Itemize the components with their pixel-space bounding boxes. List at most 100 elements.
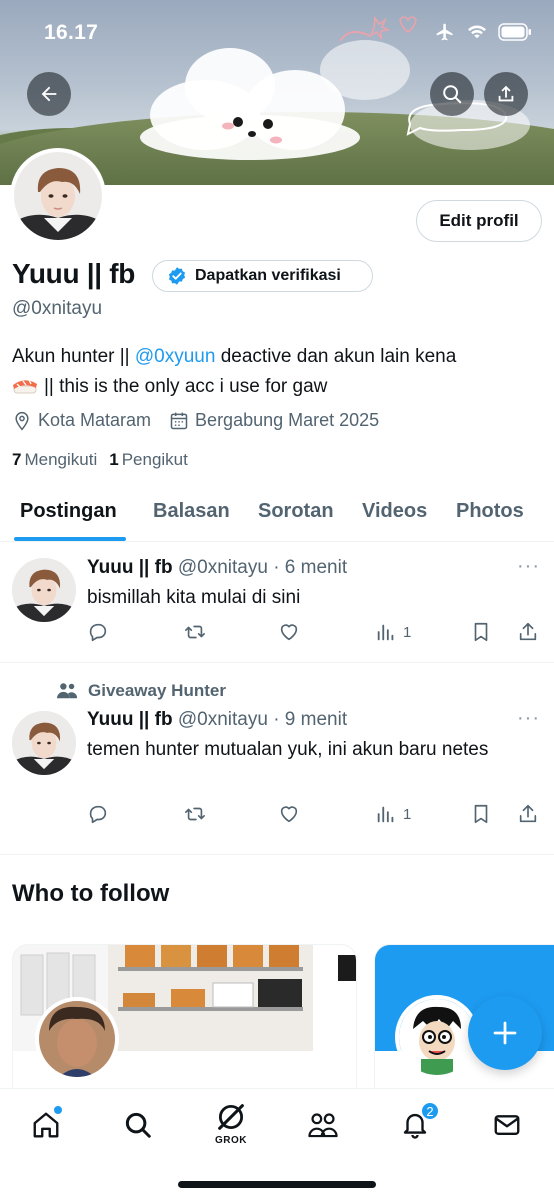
post-avatar[interactable] bbox=[12, 558, 76, 622]
post-handle-time: @0xnitayu · 9 menit bbox=[177, 709, 348, 730]
nav-home[interactable] bbox=[26, 1105, 66, 1145]
profile-avatar[interactable] bbox=[10, 148, 106, 244]
post-author-name[interactable]: Yuuu || fb bbox=[87, 709, 173, 730]
post-text: bismillah kita mulai di sini bbox=[87, 587, 301, 608]
suggested-user-avatar[interactable] bbox=[395, 995, 479, 1079]
bookmark-button[interactable] bbox=[470, 803, 492, 825]
calendar-icon bbox=[170, 412, 188, 429]
profile-name: Yuuu || fb bbox=[12, 258, 136, 289]
share-icon bbox=[519, 804, 537, 823]
get-verified-button[interactable]: Dapatkan verifikasi bbox=[152, 260, 373, 292]
cloud-face-icon bbox=[222, 117, 282, 144]
share-icon bbox=[519, 622, 537, 641]
status-bar: 16.17 bbox=[0, 0, 554, 66]
get-verified-label: Dapatkan verifikasi bbox=[195, 267, 341, 284]
post-item[interactable]: Giveaway Hunter Yuuu || fb @0xnitayu · 9… bbox=[0, 663, 554, 855]
followers-count: 1 bbox=[109, 450, 119, 469]
tab-replies[interactable]: Balasan bbox=[153, 500, 230, 523]
profile-tabs: Postingan Balasan Sorotan Videos Photos bbox=[0, 488, 554, 542]
post-actions: 1 bbox=[87, 803, 542, 829]
nav-communities[interactable] bbox=[303, 1105, 343, 1145]
share-post-button[interactable] bbox=[517, 803, 539, 825]
avatar-image bbox=[12, 711, 76, 775]
plus-icon bbox=[493, 1021, 517, 1045]
reply-icon bbox=[89, 805, 107, 824]
follow-stats: 7 Mengikuti 1 Pengikut bbox=[12, 450, 200, 470]
tab-photos[interactable]: Photos bbox=[456, 500, 524, 523]
views-button[interactable]: 1 bbox=[375, 621, 411, 643]
views-chart-icon bbox=[377, 624, 394, 641]
sushi-emoji-icon bbox=[13, 379, 37, 394]
views-button[interactable]: 1 bbox=[375, 803, 411, 825]
more-options-icon[interactable]: ··· bbox=[517, 707, 540, 730]
profile-location: Kota Mataram bbox=[12, 410, 151, 431]
post-community-context[interactable]: Giveaway Hunter bbox=[56, 681, 226, 701]
tab-posts[interactable]: Postingan bbox=[20, 500, 117, 523]
nav-notifications[interactable]: 2 bbox=[395, 1101, 440, 1145]
following-count: 7 bbox=[12, 450, 22, 469]
search-button[interactable] bbox=[430, 72, 474, 116]
nav-explore[interactable] bbox=[118, 1105, 158, 1145]
arrow-left-icon bbox=[41, 86, 57, 102]
status-icons bbox=[434, 22, 532, 42]
share-icon bbox=[498, 85, 514, 102]
suggested-user-avatar[interactable] bbox=[35, 997, 119, 1081]
search-icon bbox=[443, 85, 462, 104]
profile-handle: @0xnitayu bbox=[12, 298, 103, 319]
wifi-icon bbox=[468, 25, 486, 39]
community-icon bbox=[57, 683, 78, 699]
post-header: Yuuu || fb @0xnitayu · 9 menit bbox=[87, 709, 347, 731]
repost-button[interactable] bbox=[183, 803, 207, 825]
bio-text: deactive dan akun lain kena bbox=[215, 346, 457, 367]
bookmark-button[interactable] bbox=[470, 621, 492, 643]
share-profile-button[interactable] bbox=[484, 72, 528, 116]
edit-profile-button[interactable]: Edit profil bbox=[416, 200, 542, 242]
avatar-image bbox=[39, 1001, 115, 1077]
views-chart-icon bbox=[377, 806, 394, 823]
share-post-button[interactable] bbox=[517, 621, 539, 643]
tab-highlights[interactable]: Sorotan bbox=[258, 500, 334, 523]
heart-icon bbox=[280, 624, 298, 641]
follow-suggestion-card[interactable] bbox=[12, 944, 357, 1104]
bio-mention-link[interactable]: @0xyuun bbox=[135, 346, 216, 367]
post-item[interactable]: Yuuu || fb @0xnitayu · 6 menit ··· bismi… bbox=[0, 543, 554, 663]
nav-grok[interactable] bbox=[211, 1097, 251, 1137]
post-actions: 1 bbox=[87, 621, 542, 647]
profile-joined-date: Bergabung Maret 2025 bbox=[169, 410, 379, 431]
like-button[interactable] bbox=[278, 621, 300, 643]
following-link[interactable]: 7 Mengikuti bbox=[12, 450, 97, 470]
repost-icon bbox=[185, 807, 205, 821]
back-button[interactable] bbox=[27, 72, 71, 116]
airplane-icon bbox=[436, 23, 453, 41]
search-icon bbox=[125, 1112, 151, 1138]
more-options-icon[interactable]: ··· bbox=[517, 555, 540, 578]
tab-videos[interactable]: Videos bbox=[362, 500, 427, 523]
post-avatar[interactable] bbox=[12, 711, 76, 775]
grok-label: GROK bbox=[215, 1135, 247, 1146]
post-author-name[interactable]: Yuuu || fb bbox=[87, 557, 173, 578]
bio-text: Akun hunter || bbox=[12, 346, 135, 367]
grok-icon bbox=[218, 1104, 244, 1130]
repost-button[interactable] bbox=[183, 621, 207, 643]
battery-icon bbox=[498, 23, 531, 41]
status-time: 16.17 bbox=[44, 21, 99, 44]
avatar-image bbox=[12, 558, 76, 622]
like-button[interactable] bbox=[278, 803, 300, 825]
who-to-follow-title: Who to follow bbox=[12, 880, 170, 907]
compose-post-button[interactable] bbox=[468, 996, 542, 1070]
joined-text: Bergabung Maret 2025 bbox=[195, 410, 380, 430]
reply-button[interactable] bbox=[87, 803, 109, 825]
followers-label: Pengikut bbox=[121, 450, 188, 469]
bookmark-icon bbox=[474, 804, 488, 824]
home-indicator bbox=[178, 1181, 376, 1188]
active-tab-indicator bbox=[14, 537, 126, 541]
views-count: 1 bbox=[403, 805, 412, 823]
community-name: Giveaway Hunter bbox=[88, 681, 226, 700]
nav-messages[interactable] bbox=[487, 1105, 527, 1145]
profile-bio: Akun hunter || @0xyuun deactive dan akun… bbox=[12, 342, 542, 402]
followers-link[interactable]: 1 Pengikut bbox=[109, 450, 188, 470]
profile-meta: Kota Mataram Bergabung Maret 2025 bbox=[12, 410, 397, 431]
reply-button[interactable] bbox=[87, 621, 109, 643]
post-header: Yuuu || fb @0xnitayu · 6 menit bbox=[87, 557, 347, 579]
location-pin-icon bbox=[15, 411, 29, 430]
